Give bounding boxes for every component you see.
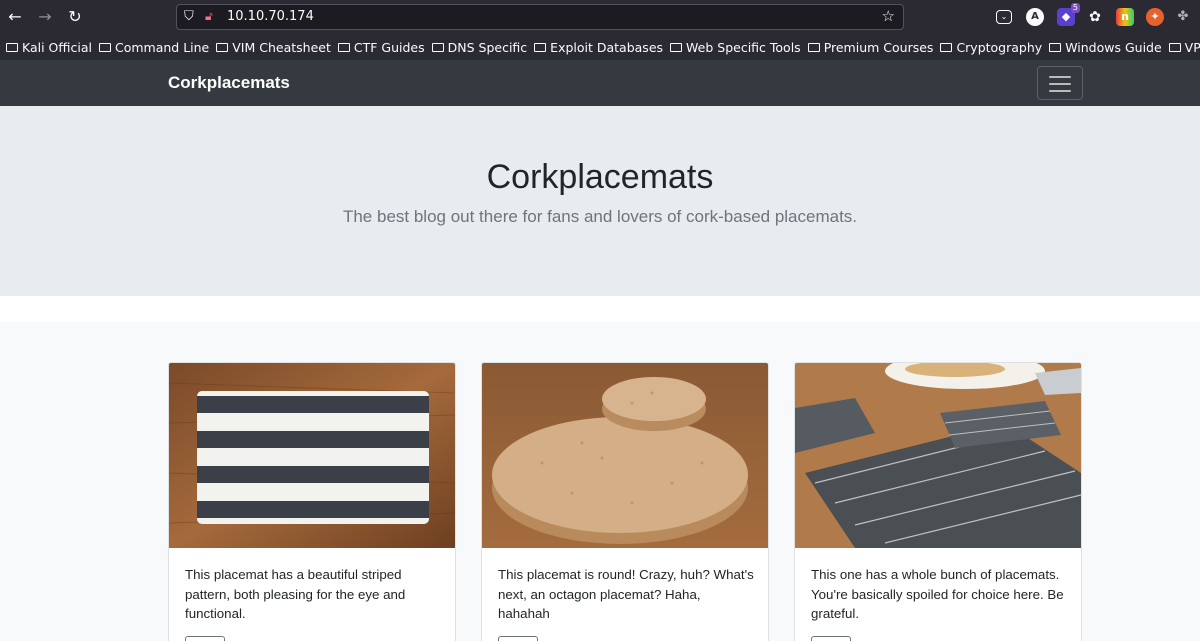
bookmark-vpn[interactable]: VPN xyxy=(1168,40,1200,55)
folder-icon xyxy=(216,42,229,52)
folder-icon xyxy=(1049,42,1062,52)
bookmarks-toolbar: Kali Official Command Line VIM Cheatshee… xyxy=(0,34,1200,60)
card-view-button[interactable] xyxy=(498,636,538,641)
folder-icon xyxy=(6,42,18,52)
cookie-icon[interactable]: ✿ xyxy=(1086,8,1104,26)
tracking-shield-icon[interactable]: ⛉ xyxy=(184,9,198,25)
bookmark-vim-cheatsheet[interactable]: VIM Cheatsheet xyxy=(216,40,331,55)
hero-subtitle: The best blog out there for fans and lov… xyxy=(342,207,858,226)
bookmark-kali-official[interactable]: Kali Official xyxy=(6,40,92,55)
navbar-brand[interactable]: Corkplacemats xyxy=(168,73,290,93)
folder-icon xyxy=(534,42,547,52)
patterned-placemats-image xyxy=(795,363,1081,548)
bookmark-star-icon[interactable]: ☆ xyxy=(882,7,895,25)
extensions-puzzle-icon[interactable]: ✤ xyxy=(1174,8,1192,26)
site-navbar: Corkplacemats xyxy=(0,60,1200,106)
striped-placemat-image xyxy=(169,363,455,548)
bookmark-web-specific-tools[interactable]: Web Specific Tools xyxy=(670,40,801,55)
folder-icon xyxy=(431,42,444,52)
insecure-lock-icon[interactable]: 🔓︎ xyxy=(205,9,219,25)
bookmark-windows-guide[interactable]: Windows Guide xyxy=(1049,40,1162,55)
section-divider xyxy=(0,296,1200,322)
placemat-card: This one has a whole bunch of placemats.… xyxy=(794,362,1082,641)
address-bar[interactable]: ⛉ 🔓︎ 10.10.70.174 ☆ xyxy=(176,4,904,30)
card-text: This placemat is round! Crazy, huh? What… xyxy=(498,567,754,621)
extension-badge: 5 xyxy=(1070,3,1080,13)
placemat-card: This placemat has a beautiful striped pa… xyxy=(168,362,456,641)
bookmark-dns-specific[interactable]: DNS Specific xyxy=(431,40,527,55)
card-text: This placemat has a beautiful striped pa… xyxy=(185,567,406,621)
bookmark-command-line[interactable]: Command Line xyxy=(98,40,209,55)
hamburger-icon xyxy=(1049,76,1071,78)
bookmark-premium-courses[interactable]: Premium Courses xyxy=(807,40,933,55)
bookmark-exploit-databases[interactable]: Exploit Databases xyxy=(534,40,663,55)
card-view-button[interactable] xyxy=(811,636,851,641)
extension-icon[interactable]: ◆ 5 xyxy=(1057,3,1080,26)
hamburger-icon xyxy=(1049,83,1071,85)
hamburger-icon xyxy=(1049,90,1071,92)
folder-icon xyxy=(337,42,350,52)
foxyproxy-icon[interactable]: ✦ xyxy=(1146,8,1164,26)
bookmark-ctf-guides[interactable]: CTF Guides xyxy=(337,40,425,55)
url-text[interactable]: 10.10.70.174 xyxy=(227,9,314,24)
card-text: This one has a whole bunch of placemats.… xyxy=(811,567,1064,621)
forward-icon[interactable]: → xyxy=(34,6,56,28)
round-cork-placemat-image xyxy=(482,363,768,548)
back-icon[interactable]: ← xyxy=(4,6,26,28)
account-icon[interactable]: A xyxy=(1026,8,1044,26)
wappalyzer-icon[interactable]: n xyxy=(1116,8,1134,26)
folder-icon xyxy=(1168,42,1181,52)
folder-icon xyxy=(807,42,820,52)
hero-title: Corkplacemats xyxy=(486,158,714,196)
card-view-button[interactable] xyxy=(185,636,225,641)
pocket-icon[interactable]: ⌄ xyxy=(996,10,1012,24)
folder-icon xyxy=(98,42,111,52)
placemat-card: This placemat is round! Crazy, huh? What… xyxy=(481,362,769,641)
folder-icon xyxy=(940,42,953,52)
bookmark-cryptography[interactable]: Cryptography xyxy=(940,40,1042,55)
hero-section: Corkplacemats The best blog out there fo… xyxy=(0,106,1200,296)
folder-icon xyxy=(670,42,683,52)
reload-icon[interactable]: ↻ xyxy=(64,6,86,28)
navbar-toggler-button[interactable] xyxy=(1037,66,1083,100)
browser-toolbar: ← → ↻ ⛉ 🔓︎ 10.10.70.174 ☆ ⌄ A ◆ 5 ✿ n ✦ ✤ xyxy=(0,0,1200,34)
